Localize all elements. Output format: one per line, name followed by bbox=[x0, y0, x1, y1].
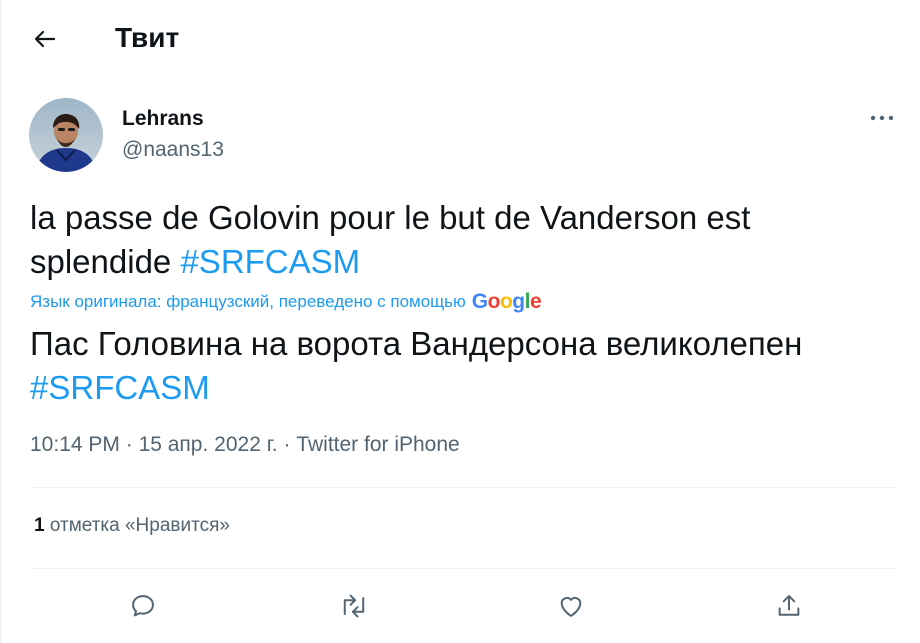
divider bbox=[30, 568, 896, 569]
google-logo-letter: g bbox=[512, 290, 525, 313]
meta-separator: · bbox=[277, 433, 297, 456]
author-handle[interactable]: @naans13 bbox=[122, 138, 224, 162]
retweet-button[interactable] bbox=[336, 588, 372, 624]
like-button[interactable] bbox=[553, 588, 589, 624]
translated-text: Пас Головина на ворота Вандерсона велико… bbox=[30, 322, 890, 410]
google-logo-letter: G bbox=[471, 290, 488, 313]
back-button[interactable] bbox=[30, 24, 60, 54]
google-logo-letter: o bbox=[499, 290, 513, 313]
likes-number: 1 bbox=[34, 515, 45, 536]
tweet-meta: 10:14 PM · 15 апр. 2022 г. · Twitter for… bbox=[30, 433, 460, 457]
author-name[interactable]: Lehrans bbox=[122, 107, 204, 131]
reply-button[interactable] bbox=[125, 588, 161, 624]
translated-text-body: Пас Головина на ворота Вандерсона велико… bbox=[30, 325, 803, 362]
likes-count[interactable]: 1 отметка «Нравится» bbox=[34, 515, 230, 537]
more-options-button[interactable] bbox=[866, 104, 898, 132]
tweet-time[interactable]: 10:14 PM bbox=[30, 433, 120, 456]
heart-icon bbox=[560, 597, 582, 617]
share-button[interactable] bbox=[771, 588, 807, 624]
google-logo-letter: o bbox=[487, 290, 501, 313]
header: Твит bbox=[0, 0, 920, 80]
tweet-date[interactable]: 15 апр. 2022 г. bbox=[139, 433, 278, 456]
google-logo[interactable]: Google bbox=[471, 290, 542, 314]
retweet-icon bbox=[343, 594, 365, 618]
reply-icon bbox=[132, 595, 154, 617]
likes-label: отметка «Нравится» bbox=[44, 515, 230, 536]
translated-hashtag-link[interactable]: #SRFCASM bbox=[30, 369, 210, 406]
tweet-text-body: la passe de Golovin pour le but de Vande… bbox=[30, 199, 751, 280]
tweet-text: la passe de Golovin pour le but de Vande… bbox=[30, 196, 890, 284]
google-logo-letter: e bbox=[529, 290, 542, 313]
translation-note: Язык оригинала: французский, переведено … bbox=[30, 290, 542, 314]
share-icon bbox=[778, 595, 800, 616]
hashtag-link[interactable]: #SRFCASM bbox=[180, 243, 360, 280]
meta-separator: · bbox=[119, 433, 139, 456]
divider bbox=[30, 487, 896, 488]
arrow-left-icon bbox=[34, 30, 56, 48]
page-title: Твит bbox=[115, 22, 180, 53]
tweet-source[interactable]: Twitter for iPhone bbox=[296, 433, 459, 456]
translation-note-text: Язык оригинала: французский, переведено … bbox=[30, 292, 466, 311]
more-horizontal-icon bbox=[870, 115, 894, 121]
avatar[interactable] bbox=[29, 98, 103, 172]
left-border bbox=[0, 0, 2, 643]
